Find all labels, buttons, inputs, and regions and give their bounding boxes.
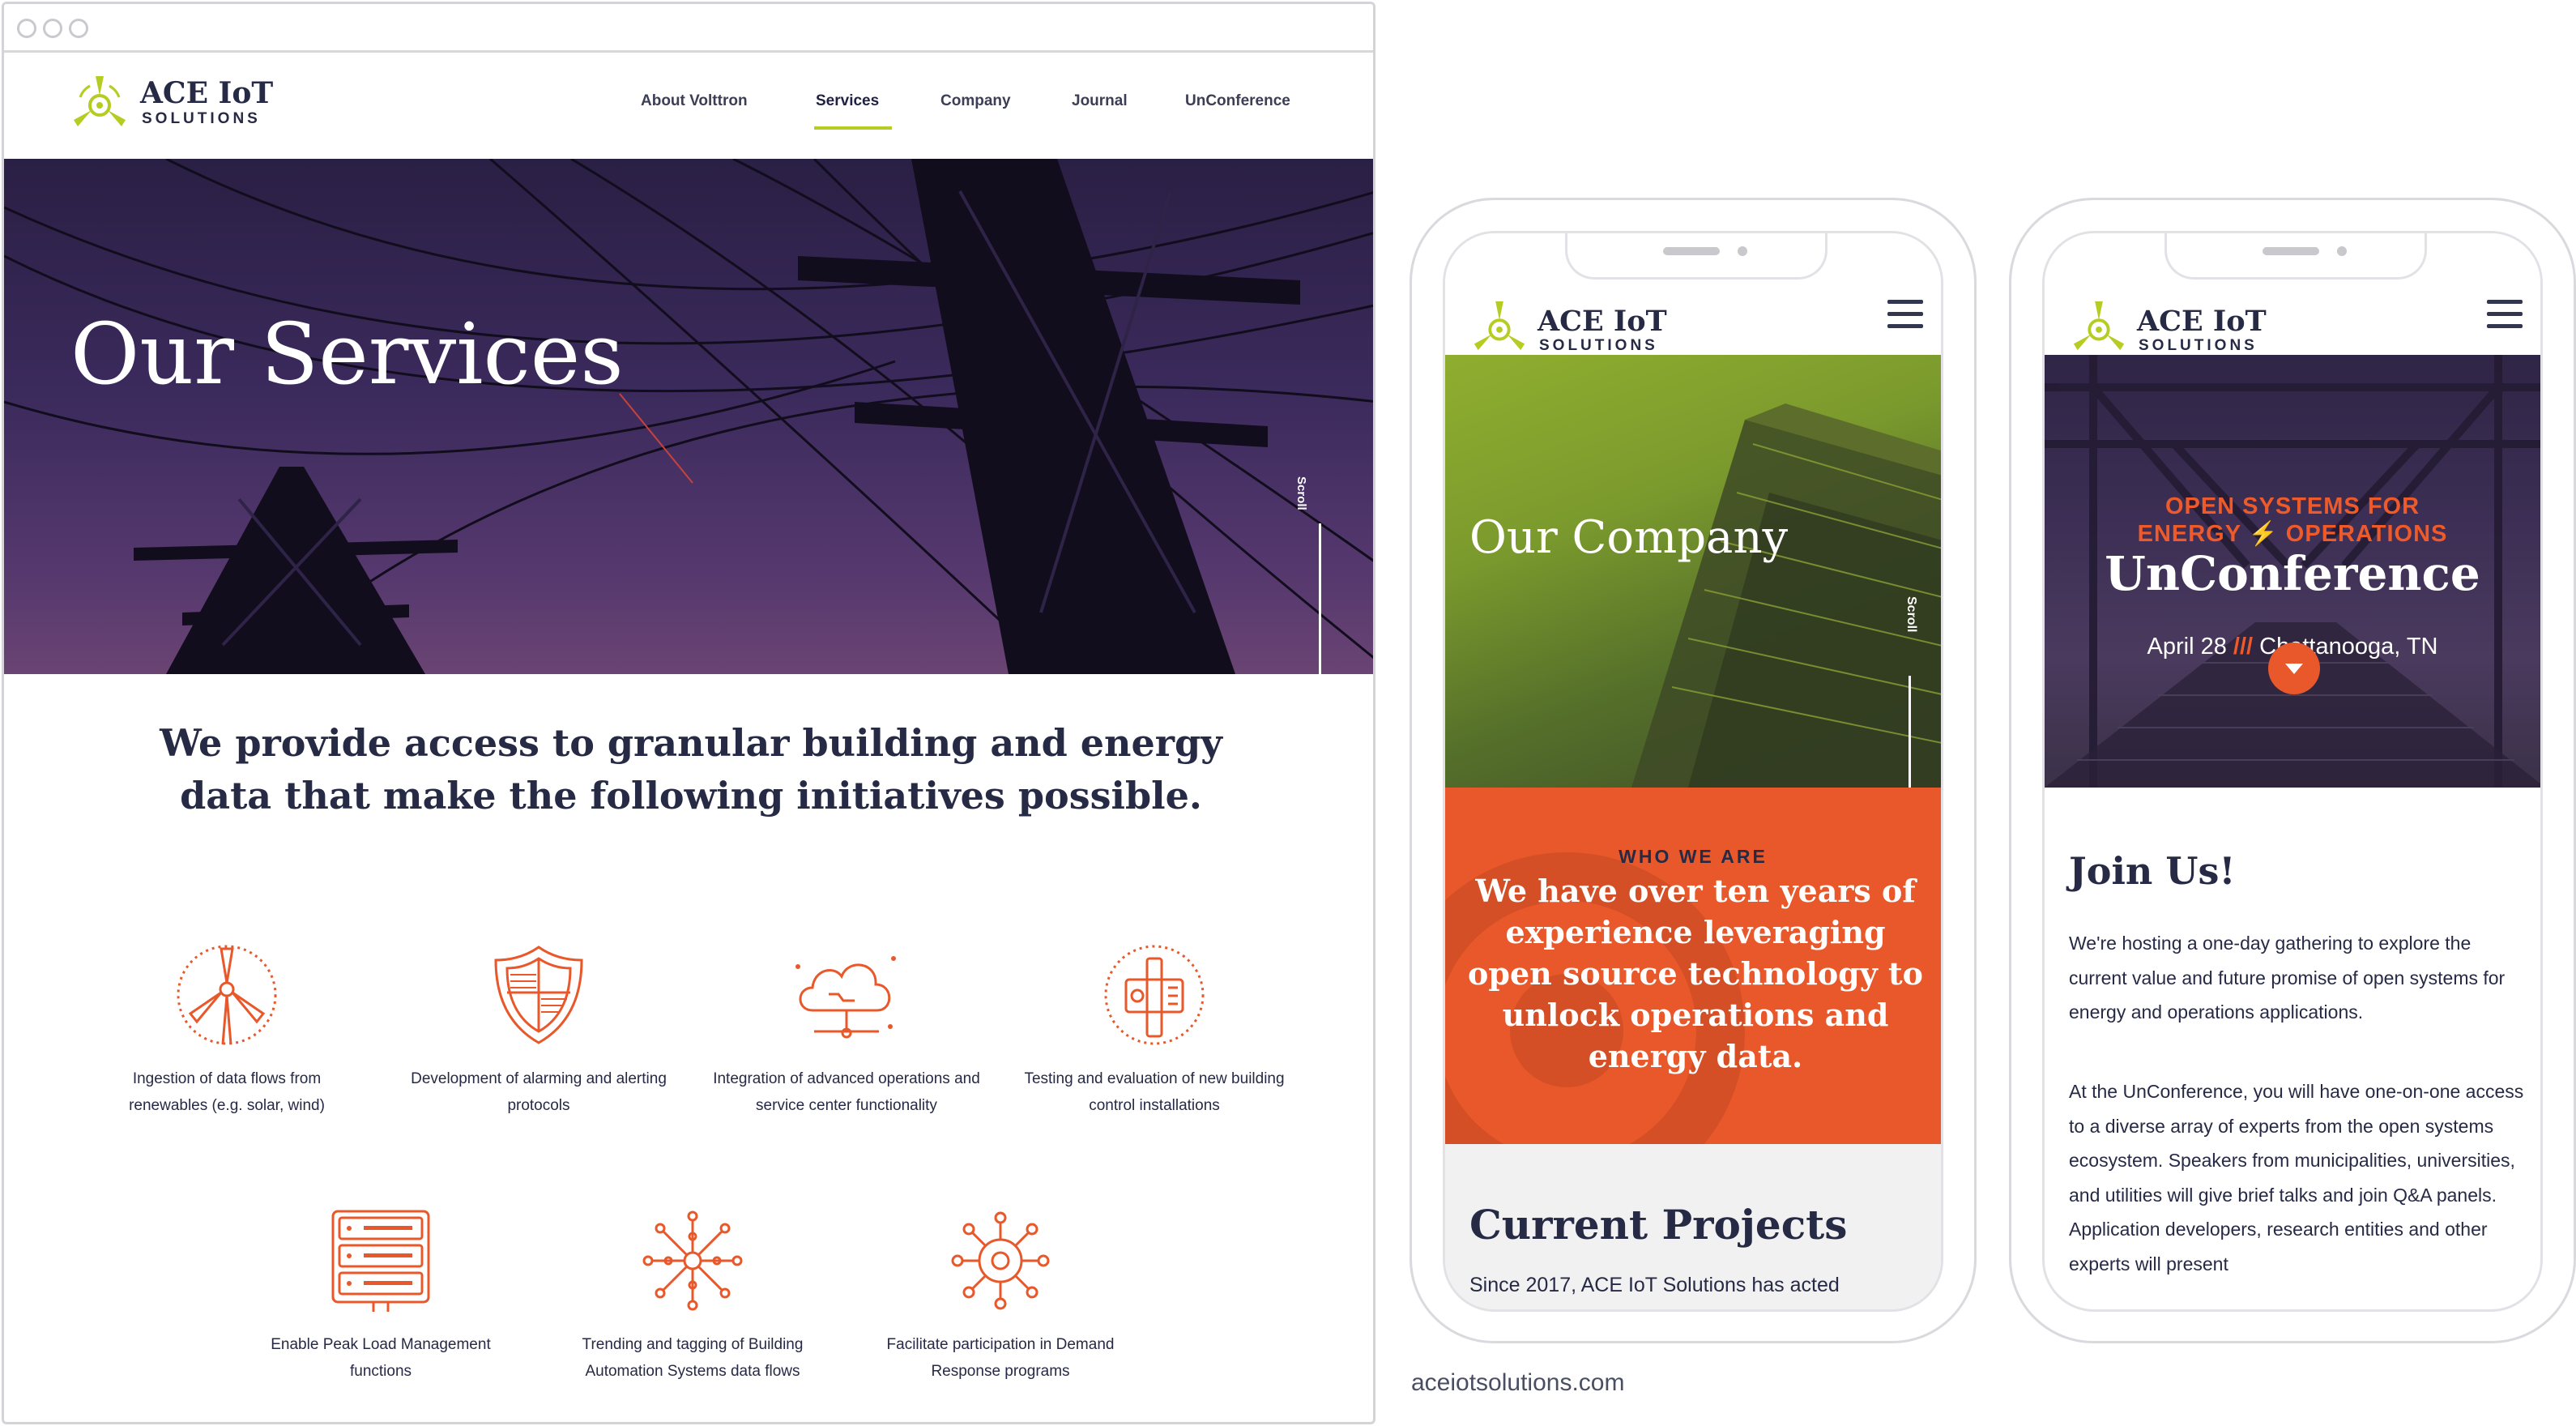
- phone-camera: [1738, 246, 1747, 256]
- kicker-operations: OPERATIONS: [2285, 521, 2448, 547]
- join-heading: Join Us!: [2069, 849, 2236, 893]
- scroll-label[interactable]: Scroll: [1294, 476, 1308, 510]
- turbine-logo-icon: [74, 76, 126, 126]
- service-text: Testing and evaluation of new building c…: [1024, 1070, 1285, 1114]
- desktop-browser-mockup: ACE IoT SOLUTIONS About Volttron Service…: [2, 2, 1375, 1424]
- services-intro: We provide access to granular building a…: [160, 721, 1222, 818]
- nav-active-indicator: [814, 126, 892, 130]
- service-item: Trending and tagging of Building Automat…: [555, 1208, 830, 1385]
- building-image: [1631, 403, 1941, 788]
- phone-mockup-company: ACE IoT SOLUTIONS Our Company Scroll WHO…: [1410, 198, 1977, 1343]
- logo-wordmark: ACE IoT: [140, 76, 274, 110]
- service-text: Facilitate participation in Demand Respo…: [886, 1336, 1115, 1380]
- nav-unconference[interactable]: UnConference: [1185, 92, 1290, 110]
- turbine-logo-icon: [1474, 301, 1525, 351]
- kicker-line-2: ENERGY ⚡ OPERATIONS: [2045, 520, 2540, 548]
- lightning-bolt-icon: ⚡: [2248, 521, 2279, 547]
- window-minimize-button[interactable]: [43, 19, 62, 38]
- service-item: Integration of advanced operations and s…: [709, 942, 984, 1119]
- event-date: April 28: [2147, 634, 2227, 660]
- nav-services[interactable]: Services: [816, 92, 879, 110]
- service-text: Enable Peak Load Management functions: [271, 1336, 491, 1380]
- wind-turbine-icon: [177, 945, 277, 1045]
- power-lines-image: [4, 159, 1373, 674]
- logo-wordmark: ACE IoT: [2137, 305, 2267, 338]
- browser-chrome: [4, 4, 1373, 53]
- scroll-indicator-line: [1319, 523, 1321, 674]
- join-paragraph-2: At the UnConference, you will have one-o…: [2069, 1081, 2524, 1274]
- hero-title: Our Services: [70, 305, 624, 403]
- cloud-network-icon: [795, 956, 896, 1039]
- projects-section: Current Projects Since 2017, ACE IoT Sol…: [1445, 1144, 1941, 1309]
- phone-screen: ACE IoT SOLUTIONS OPEN SYSTEMS FOR ENERG…: [2042, 231, 2543, 1312]
- window-maximize-button[interactable]: [69, 19, 88, 38]
- service-text: Ingestion of data flows from renewables …: [129, 1070, 325, 1114]
- join-paragraph-1: We're hosting a one-day gathering to exp…: [2069, 933, 2506, 1023]
- service-text: Integration of advanced operations and s…: [713, 1070, 980, 1114]
- footer-url[interactable]: aceiotsolutions.com: [1411, 1369, 1624, 1397]
- mobile-hero-title: Our Company: [1469, 511, 1789, 564]
- section-eyebrow: WHO WE ARE: [1619, 846, 1768, 867]
- hamburger-menu-icon[interactable]: [1887, 300, 1923, 329]
- phone-notch: [1565, 233, 1828, 280]
- scroll-down-arrow-icon[interactable]: [2268, 643, 2320, 694]
- window-close-button[interactable]: [17, 19, 36, 38]
- hero-kicker: OPEN SYSTEMS FOR ENERGY ⚡ OPERATIONS: [2045, 493, 2540, 548]
- phone-speaker: [1663, 247, 1720, 255]
- projects-text: Since 2017, ACE IoT Solutions has acted: [1469, 1274, 1840, 1296]
- phone-notch: [2164, 233, 2427, 280]
- mobile-hero-title: UnConference: [2105, 546, 2480, 601]
- kicker-energy: ENERGY: [2137, 521, 2241, 547]
- service-item: Enable Peak Load Management functions: [247, 1208, 514, 1385]
- phone-screen: ACE IoT SOLUTIONS Our Company Scroll WHO…: [1443, 231, 1943, 1312]
- network-nodes-icon: [642, 1210, 743, 1311]
- service-item: Testing and evaluation of new building c…: [1017, 942, 1292, 1119]
- service-text: Development of alarming and alerting pro…: [411, 1070, 667, 1114]
- logo-tagline: SOLUTIONS: [142, 110, 261, 127]
- phone-speaker: [2263, 247, 2319, 255]
- service-item: Facilitate participation in Demand Respo…: [863, 1208, 1138, 1385]
- scroll-label[interactable]: Scroll: [1904, 596, 1918, 632]
- server-rack-icon: [331, 1210, 430, 1312]
- nav-about-volttron[interactable]: About Volttron: [641, 92, 748, 110]
- turbine-logo-icon: [2073, 301, 2125, 351]
- who-we-are-section: WHO WE ARE We have over ten years of exp…: [1445, 788, 1941, 1144]
- service-item: Development of alarming and alerting pro…: [401, 942, 676, 1119]
- projects-heading: Current Projects: [1469, 1201, 1848, 1249]
- service-item: Ingestion of data flows from renewables …: [93, 942, 360, 1119]
- who-we-are-text: We have over ten years of experience lev…: [1468, 873, 1923, 1074]
- phone-mockup-unconference: ACE IoT SOLUTIONS OPEN SYSTEMS FOR ENERG…: [2009, 198, 2576, 1343]
- shield-icon: [494, 946, 583, 1044]
- hamburger-menu-icon[interactable]: [2487, 300, 2523, 329]
- mobile-hero: Our Company Scroll: [1445, 355, 1941, 788]
- mobile-hero: OPEN SYSTEMS FOR ENERGY ⚡ OPERATIONS UnC…: [2045, 355, 2540, 788]
- phone-camera: [2337, 246, 2347, 256]
- nav-company[interactable]: Company: [940, 92, 1011, 110]
- scroll-indicator-line: [1909, 676, 1911, 788]
- logo-wordmark: ACE IoT: [1537, 305, 1667, 338]
- nav-journal[interactable]: Journal: [1072, 92, 1128, 110]
- kicker-line-1: OPEN SYSTEMS FOR: [2164, 493, 2420, 519]
- site-header: ACE IoT SOLUTIONS About Volttron Service…: [4, 55, 1373, 159]
- gear-network-icon: [951, 1211, 1050, 1310]
- logo-tagline: SOLUTIONS: [2139, 337, 2258, 354]
- control-panel-icon: [1104, 945, 1205, 1045]
- date-separator: ///: [2233, 634, 2254, 660]
- service-text: Trending and tagging of Building Automat…: [582, 1336, 804, 1380]
- hero-banner: Our Services Scroll: [4, 159, 1373, 674]
- logo-tagline: SOLUTIONS: [1539, 337, 1658, 354]
